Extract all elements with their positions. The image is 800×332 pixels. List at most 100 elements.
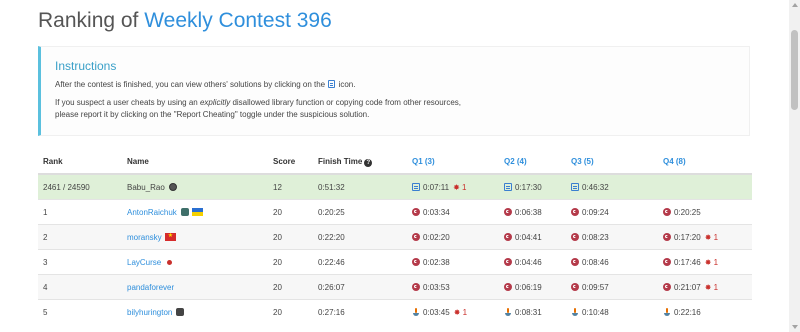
- header-q1[interactable]: Q1 (3): [407, 150, 499, 175]
- q-time: 0:17:20: [674, 232, 701, 242]
- cell-finish: 0:51:32: [313, 173, 407, 200]
- cell-score: 20: [268, 199, 313, 225]
- q-time: 0:08:23: [582, 232, 609, 242]
- cell-q2: 0:06:19: [499, 274, 566, 300]
- bug-count: 1: [462, 307, 468, 317]
- cpp-icon[interactable]: [571, 282, 579, 291]
- solution-doc-icon[interactable]: [504, 182, 512, 191]
- cell-rank: 5: [38, 299, 122, 324]
- cell-finish: 0:26:07: [313, 274, 407, 300]
- cpp-icon[interactable]: [412, 207, 420, 216]
- ukraine-flag-icon: [191, 207, 203, 216]
- cpp-icon[interactable]: [412, 282, 420, 291]
- table-row: 4 pandaforever 20 0:26:07 0:03:53 0:06:1…: [38, 274, 752, 300]
- q-time: 0:08:46: [582, 257, 609, 267]
- bug-count: 1: [713, 232, 719, 242]
- cell-finish: 0:22:20: [313, 224, 407, 250]
- cpp-icon[interactable]: [571, 257, 579, 266]
- q-time: 0:20:25: [674, 207, 701, 217]
- java-icon[interactable]: [571, 307, 579, 316]
- cell-score: 20: [268, 224, 313, 250]
- cpp-icon[interactable]: [504, 232, 512, 241]
- table-row-self: 2461 / 24590 Babu_Rao 12 0:51:32 0:07:11…: [38, 173, 752, 200]
- cell-q2: 0:17:30: [499, 173, 566, 200]
- cpp-icon[interactable]: [504, 282, 512, 291]
- page-scrollbar[interactable]: [789, 0, 800, 332]
- q-time: 0:02:20: [423, 232, 450, 242]
- username-link[interactable]: moransky: [127, 233, 162, 242]
- user-badge-icon: [168, 182, 177, 191]
- cell-finish: 0:20:25: [313, 199, 407, 225]
- header-finish-time: Finish Time?: [313, 150, 407, 175]
- header-q4[interactable]: Q4 (8): [658, 150, 752, 175]
- username: Babu_Rao: [127, 182, 165, 192]
- q-time: 0:22:16: [674, 307, 701, 317]
- cell-q1: 0:02:20: [407, 224, 499, 250]
- instructions-emphasis: explicitly: [199, 98, 231, 107]
- cpp-icon[interactable]: [663, 207, 671, 216]
- header-name: Name: [122, 150, 268, 175]
- cpp-icon[interactable]: [663, 257, 671, 266]
- q-time: 0:09:57: [582, 282, 609, 292]
- cpp-icon[interactable]: [412, 232, 420, 241]
- username-link[interactable]: bilyhurington: [127, 308, 172, 317]
- table-row: 1 AntonRaichuk 20 0:20:25 0:03:34 0:06:3…: [38, 199, 752, 225]
- cell-q4: 0:21:07 ✸ 1: [658, 274, 752, 300]
- cpp-icon[interactable]: [571, 232, 579, 241]
- title-prefix: Ranking of: [38, 9, 145, 32]
- q-time: 0:17:46: [674, 257, 701, 267]
- solution-doc-icon[interactable]: [571, 182, 579, 191]
- cpp-icon[interactable]: [504, 257, 512, 266]
- q-time: 0:03:53: [423, 282, 450, 292]
- table-row: 3 LayCurse 20 0:22:46 0:02:38 0:04:46 0:…: [38, 249, 752, 275]
- q-time: 0:04:46: [515, 257, 542, 267]
- cell-finish: 0:22:46: [313, 249, 407, 275]
- cell-q2: 0:06:38: [499, 199, 566, 225]
- cell-score: 20: [268, 299, 313, 324]
- q-time: 0:03:34: [423, 207, 450, 217]
- cpp-icon[interactable]: [571, 207, 579, 216]
- cell-q4: 0:17:46 ✸ 1: [658, 249, 752, 275]
- info-icon[interactable]: ?: [364, 158, 373, 167]
- cell-rank: 2: [38, 224, 122, 250]
- scrollbar-thumb[interactable]: [791, 30, 798, 110]
- username-link[interactable]: LayCurse: [127, 258, 161, 267]
- java-icon[interactable]: [412, 307, 420, 316]
- scroll-up-arrow-icon[interactable]: [792, 3, 798, 7]
- scroll-down-arrow-icon[interactable]: [792, 325, 798, 329]
- q-time: 0:09:24: [582, 207, 609, 217]
- username-link[interactable]: pandaforever: [127, 283, 174, 292]
- solution-doc-icon[interactable]: [412, 182, 420, 191]
- q-time: 0:21:07: [674, 282, 701, 292]
- instructions-line-1: After the contest is finished, you can v…: [55, 79, 749, 91]
- cell-score: 20: [268, 274, 313, 300]
- cpp-icon[interactable]: [663, 282, 671, 291]
- cell-name: bilyhurington: [122, 299, 268, 324]
- header-q3[interactable]: Q3 (5): [566, 150, 658, 175]
- cell-name: Babu_Rao: [122, 173, 268, 200]
- instructions-text: disallowed library function or copying c…: [230, 98, 461, 107]
- username-link[interactable]: AntonRaichuk: [127, 208, 177, 217]
- cell-q3: 0:09:57: [566, 274, 658, 300]
- header-rank: Rank: [38, 150, 122, 175]
- user-badge-icon: [176, 307, 185, 316]
- cpp-icon[interactable]: [412, 257, 420, 266]
- cell-score: 20: [268, 249, 313, 275]
- cell-q3: 0:46:32: [566, 173, 658, 200]
- q-time: 0:17:30: [515, 182, 542, 192]
- cell-q2: 0:08:31: [499, 299, 566, 324]
- q-time: 0:04:41: [515, 232, 542, 242]
- wrong-answer-bug-icon: ✸ 1: [704, 232, 719, 242]
- cpp-icon[interactable]: [504, 207, 512, 216]
- wrong-answer-bug-icon: ✸ 1: [704, 282, 719, 292]
- q-time: 0:02:38: [423, 257, 450, 267]
- java-icon[interactable]: [663, 307, 671, 316]
- cpp-icon[interactable]: [663, 232, 671, 241]
- java-icon[interactable]: [504, 307, 512, 316]
- wrong-answer-bug-icon: ✸ 1: [704, 257, 719, 267]
- instructions-text: If you suspect a user cheats by using an: [55, 98, 200, 107]
- contest-title-link[interactable]: Weekly Contest 396: [144, 9, 332, 32]
- header-q2[interactable]: Q2 (4): [499, 150, 566, 175]
- header-finish-time-label: Finish Time: [318, 156, 363, 166]
- cell-q1: 0:07:11 ✸ 1: [407, 173, 499, 200]
